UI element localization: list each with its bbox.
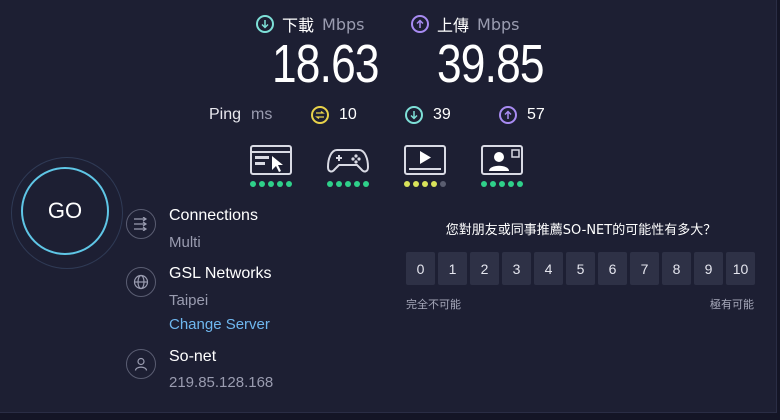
provider-name: So-net <box>169 348 217 365</box>
upload-speed-value: 39.85 <box>437 34 545 94</box>
survey-question: 您對朋友或同事推薦SO-NET的可能性有多大？ <box>445 223 717 238</box>
gaming-icon <box>327 149 369 173</box>
nps-option-9[interactable]: 9 <box>694 252 723 285</box>
web-browsing-icon <box>250 145 292 175</box>
rating-dot <box>481 181 487 187</box>
nps-option-4[interactable]: 4 <box>534 252 563 285</box>
web-browsing-rating <box>247 181 295 187</box>
ping-label-text: Ping <box>209 106 242 123</box>
video-streaming-rating <box>401 181 449 187</box>
nps-high-label: 極有可能 <box>710 298 754 311</box>
video-chat-icon <box>481 145 523 175</box>
ping-upload: 57 <box>499 104 545 126</box>
rating-dot <box>508 181 514 187</box>
rating-dot <box>268 181 274 187</box>
ping-idle: 10 <box>311 104 357 126</box>
nps-option-8[interactable]: 8 <box>662 252 691 285</box>
connections-icon <box>126 209 156 239</box>
video-streaming-icon <box>404 145 446 175</box>
rating-dot <box>517 181 523 187</box>
connections-value[interactable]: Multi <box>169 234 201 251</box>
nps-low-label: 完全不可能 <box>406 298 461 311</box>
nps-option-1[interactable]: 1 <box>438 252 467 285</box>
rating-dot <box>490 181 496 187</box>
ping-download-value: 39 <box>433 106 451 123</box>
globe-icon <box>126 267 156 297</box>
nps-option-5[interactable]: 5 <box>566 252 595 285</box>
usecase-video-chat <box>478 145 526 187</box>
nps-scale: 0 1 2 3 4 5 6 7 8 9 10 <box>406 252 755 285</box>
video-chat-rating <box>478 181 526 187</box>
upload-label: 上傳 Mbps <box>411 13 519 35</box>
usecase-web-browsing <box>247 145 295 187</box>
download-arrow-icon <box>256 15 274 33</box>
rating-dot <box>336 181 342 187</box>
connections-title: Connections <box>169 207 258 224</box>
rating-dot <box>345 181 351 187</box>
download-label: 下載 Mbps <box>256 13 364 35</box>
download-speed-value: 18.63 <box>272 34 380 94</box>
usecase-gaming <box>324 145 372 187</box>
nps-option-7[interactable]: 7 <box>630 252 659 285</box>
rating-dot <box>277 181 283 187</box>
server-location: Taipei <box>169 292 209 309</box>
server-name: GSL Networks <box>169 265 272 282</box>
rating-dot <box>440 181 446 187</box>
ping-download: 39 <box>405 104 451 126</box>
nps-option-3[interactable]: 3 <box>502 252 531 285</box>
ping-idle-value: 10 <box>339 106 357 123</box>
rating-dot <box>327 181 333 187</box>
rating-dot <box>413 181 419 187</box>
ping-label: Ping ms <box>209 104 272 126</box>
gaming-rating <box>324 181 372 187</box>
idle-latency-icon <box>311 106 329 124</box>
ping-unit: ms <box>251 106 273 123</box>
user-icon <box>126 349 156 379</box>
rating-dot <box>422 181 428 187</box>
download-latency-icon <box>405 106 423 124</box>
rating-dot <box>499 181 505 187</box>
upload-latency-icon <box>499 106 517 124</box>
go-button[interactable]: GO <box>21 167 109 255</box>
download-unit: Mbps <box>322 14 365 34</box>
rating-dot <box>259 181 265 187</box>
ping-upload-value: 57 <box>527 106 545 123</box>
nps-option-10[interactable]: 10 <box>726 252 755 285</box>
usecase-video-streaming <box>401 145 449 187</box>
provider-ip: 219.85.128.168 <box>169 374 274 391</box>
nps-option-6[interactable]: 6 <box>598 252 627 285</box>
rating-dot <box>363 181 369 187</box>
nps-option-2[interactable]: 2 <box>470 252 499 285</box>
rating-dot <box>250 181 256 187</box>
rating-dot <box>354 181 360 187</box>
rating-dot <box>431 181 437 187</box>
rating-dot <box>404 181 410 187</box>
upload-arrow-icon <box>411 15 429 33</box>
nps-option-0[interactable]: 0 <box>406 252 435 285</box>
change-server-link[interactable]: Change Server <box>169 316 270 333</box>
upload-unit: Mbps <box>477 14 520 34</box>
rating-dot <box>286 181 292 187</box>
